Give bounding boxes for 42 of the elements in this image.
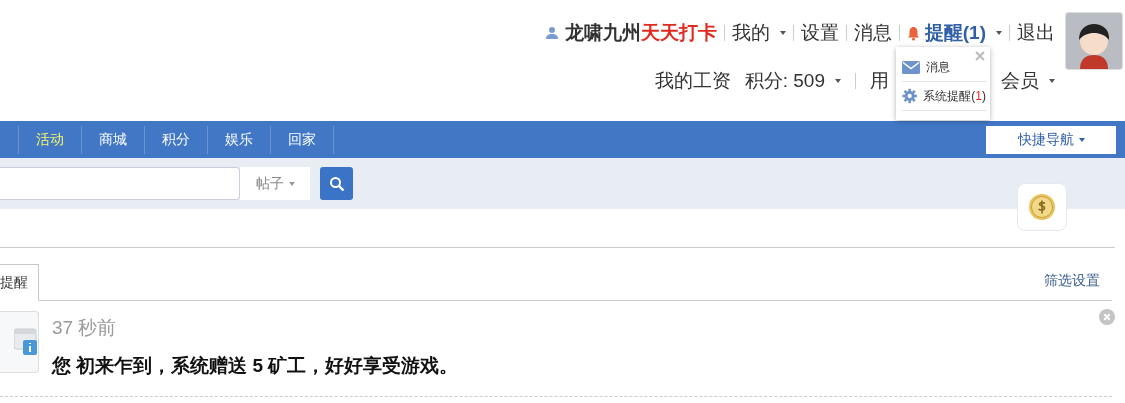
avatar[interactable] [1065,12,1123,70]
tab[interactable]: 提醒 [0,264,39,301]
caret-icon [835,79,841,83]
nav-link[interactable]: 设置 [800,20,839,46]
search-button[interactable] [320,167,353,200]
checkin-link[interactable]: 天天打卡 [640,20,717,46]
caret-icon [996,31,1002,35]
caret-icon [1078,137,1085,142]
bell-icon [906,25,920,41]
menu-link[interactable]: 我的 [731,20,786,46]
nav-tab[interactable]: 回家 [271,121,333,158]
points-link[interactable]: 积分: 509 [744,68,841,94]
timestamp: 37 秒前 [52,316,118,340]
notification-message: 您 初来乍到，系统赠送 5 矿工，好好享受游戏。 [52,354,459,378]
search-icon [328,175,345,192]
membership-link[interactable]: 会员 [1001,68,1055,94]
caret-icon [288,181,295,186]
envelope-icon [902,60,920,74]
nav-tab[interactable]: 积分 [145,121,207,158]
search-field[interactable] [0,167,240,200]
nav-tab[interactable]: 活动 [19,121,81,158]
nav-link[interactable]: 退出 [1017,20,1055,46]
menu-item[interactable]: 系统提醒(1) [902,82,986,111]
quick-nav-button[interactable]: 快捷导航 [986,125,1116,154]
group-text: 用 [870,69,889,93]
close-icon[interactable] [975,51,985,61]
username-link[interactable]: 龙啸九州 [564,20,641,46]
menu-item[interactable]: 消息 [902,53,986,82]
alerts-link[interactable]: 提醒(1) [924,20,986,46]
close-icon[interactable] [1099,309,1115,328]
nav-tab[interactable]: 商城 [82,121,144,158]
coin-button[interactable] [1017,183,1067,231]
scope-dropdown[interactable]: 帖子 [240,167,310,200]
salary-link[interactable]: 我的工资 [654,68,731,94]
user-icon [544,26,559,40]
caret-icon [779,31,786,35]
nav-tab[interactable]: 娱乐 [208,121,270,158]
nav-link[interactable]: 消息 [853,20,892,46]
filter-settings-link[interactable]: 筛选设置 [1044,272,1100,290]
gear-icon [902,87,918,105]
coin-icon [1028,193,1056,221]
caret-icon [1049,79,1055,83]
